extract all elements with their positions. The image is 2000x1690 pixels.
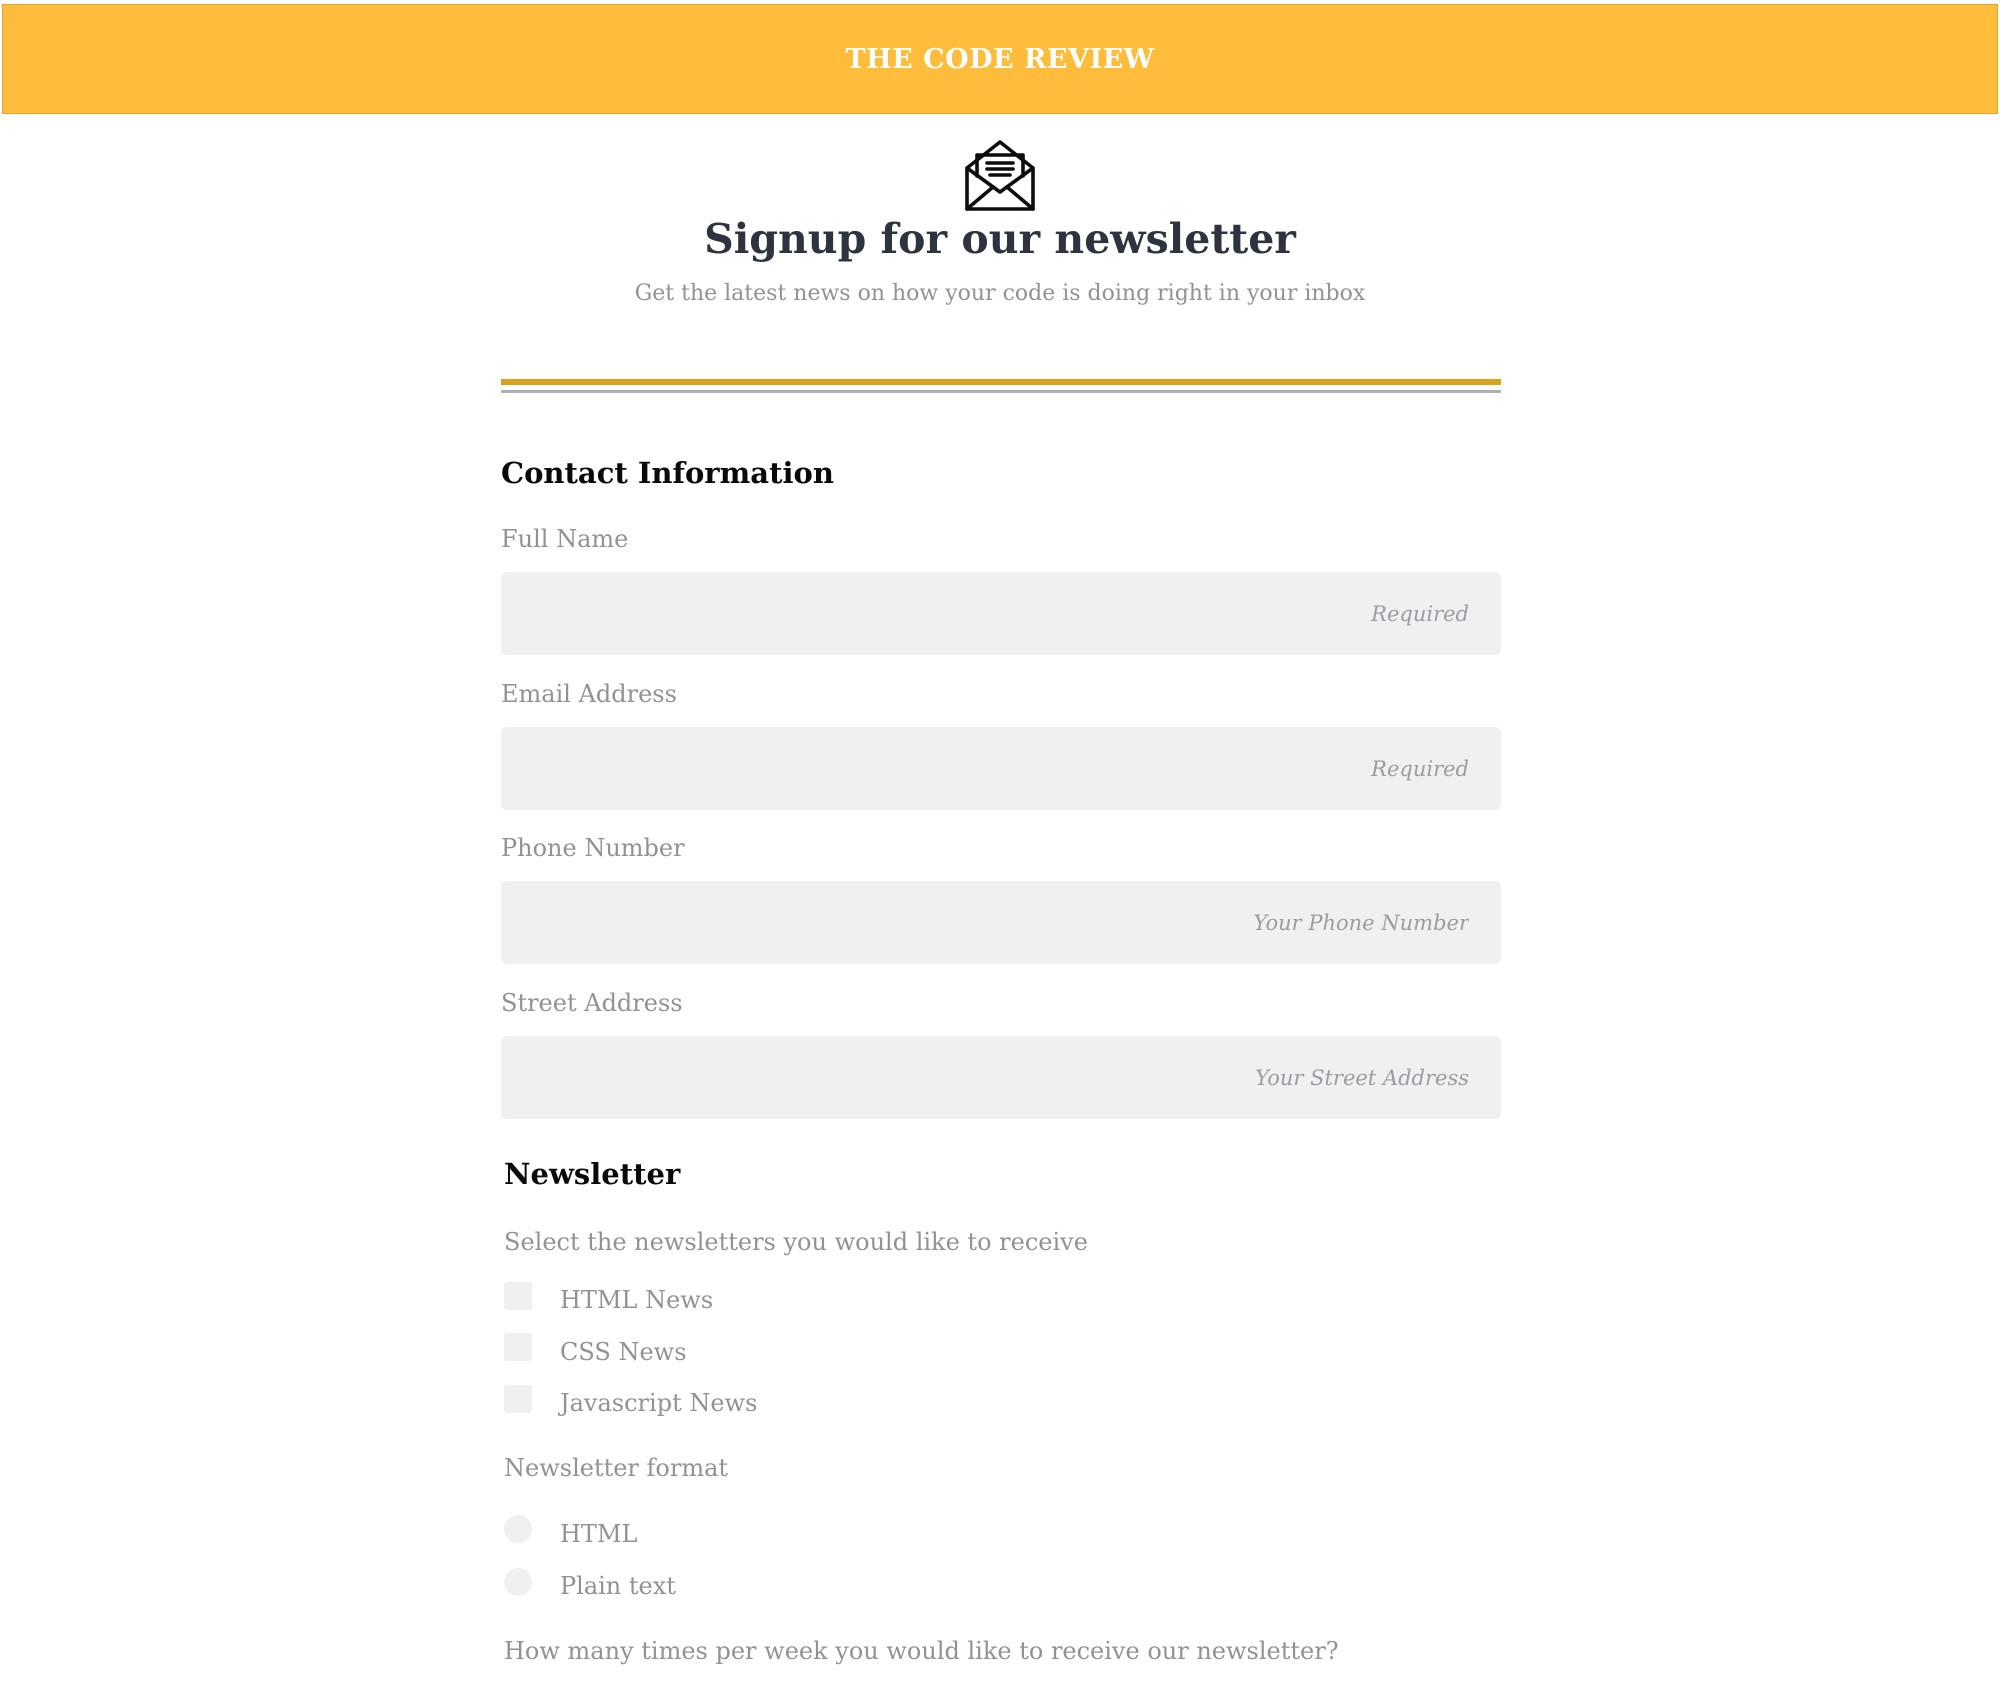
newsletter-frequency-prompt: How many times per week you would like t… [504,1637,1339,1665]
header-divider-gray [501,390,1501,393]
email-input[interactable] [501,727,1501,810]
checkbox-label-html-news[interactable]: HTML News [560,1286,713,1314]
contact-section-heading: Contact Information [501,456,834,490]
page-title: Signup for our newsletter [704,215,1296,263]
radio-label-format-html[interactable]: HTML [560,1520,637,1548]
checkbox-html-news[interactable] [504,1282,532,1310]
radio-format-html[interactable] [504,1515,532,1543]
site-brand-title: THE CODE REVIEW [845,43,1155,75]
checkbox-label-javascript-news[interactable]: Javascript News [560,1389,757,1417]
checkbox-css-news[interactable] [504,1333,532,1361]
header-divider-gold [501,379,1501,385]
full-name-label: Full Name [501,525,629,553]
newsletter-section-heading: Newsletter [504,1157,681,1191]
full-name-input[interactable] [501,572,1501,655]
checkbox-label-css-news[interactable]: CSS News [560,1338,687,1366]
site-header-banner: THE CODE REVIEW [2,4,1998,114]
radio-label-format-plain-text[interactable]: Plain text [560,1572,676,1600]
newsletter-format-prompt: Newsletter format [504,1454,729,1482]
phone-input[interactable] [501,881,1501,964]
newsletter-select-prompt: Select the newsletters you would like to… [504,1228,1088,1256]
checkbox-javascript-news[interactable] [504,1385,532,1413]
email-label: Email Address [501,680,677,708]
page-subtitle: Get the latest news on how your code is … [634,281,1366,306]
phone-label: Phone Number [501,834,685,862]
open-envelope-icon [965,140,1035,211]
street-address-input[interactable] [501,1036,1501,1119]
street-address-label: Street Address [501,989,683,1017]
radio-format-plain-text[interactable] [504,1568,532,1596]
